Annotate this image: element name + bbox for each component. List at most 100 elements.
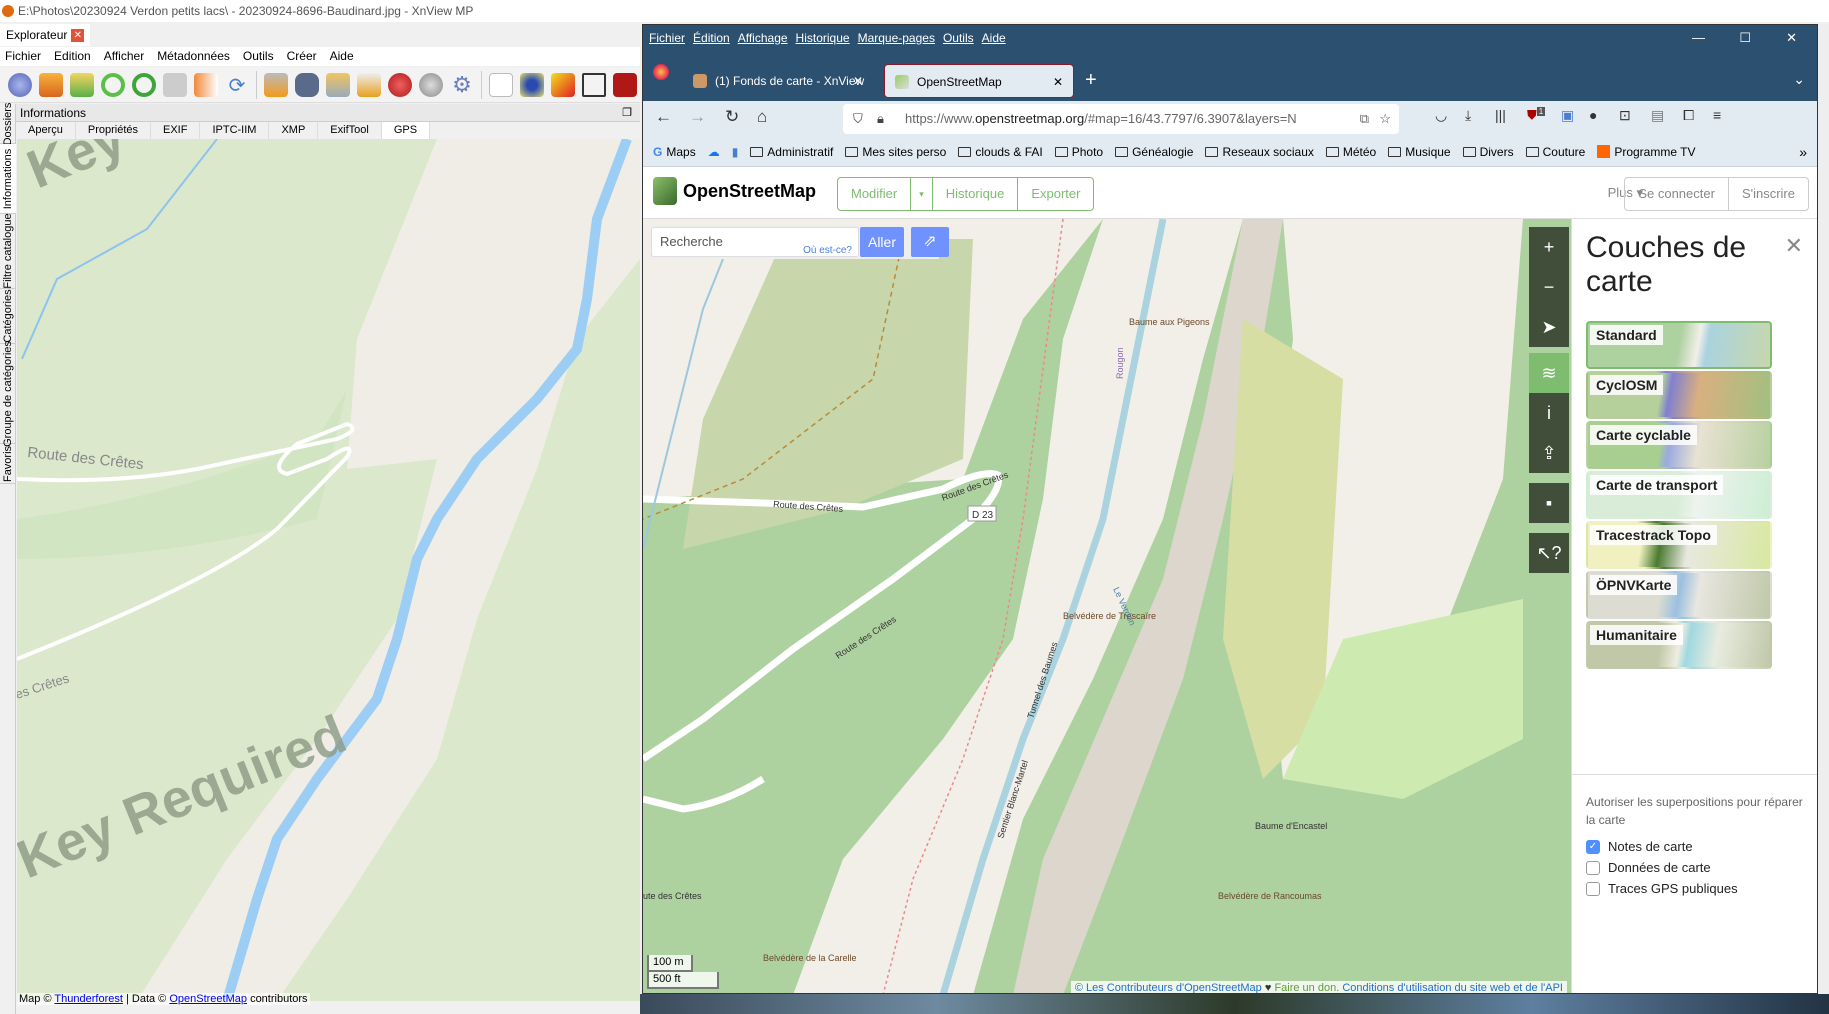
pdf-icon[interactable] bbox=[613, 72, 637, 97]
layer-cyclosm[interactable]: CyclOSM bbox=[1586, 371, 1772, 419]
folder-ext-icon[interactable]: ▤ bbox=[1651, 107, 1664, 124]
help-icon[interactable] bbox=[8, 72, 32, 97]
checkbox-unchecked[interactable] bbox=[1586, 860, 1600, 875]
more-bookmarks-icon[interactable]: » bbox=[1799, 144, 1807, 160]
menu-metadonnees[interactable]: Métadonnées bbox=[152, 47, 238, 66]
hamburger-menu-icon[interactable]: ≡ bbox=[1713, 107, 1721, 123]
side-tab-categories[interactable]: Catégories bbox=[0, 289, 16, 344]
menu-edition[interactable]: Édition bbox=[693, 31, 730, 45]
library-icon[interactable]: ||| bbox=[1495, 107, 1506, 123]
checkbox-unchecked[interactable] bbox=[1586, 881, 1600, 896]
minimize-button[interactable]: — bbox=[1692, 25, 1705, 51]
donate-link[interactable]: Faire un don. bbox=[1274, 982, 1339, 993]
reload-button[interactable]: ↻ bbox=[725, 107, 739, 127]
menu-outils[interactable]: Outils bbox=[943, 31, 974, 45]
new-tab-button[interactable]: + bbox=[1085, 69, 1097, 92]
bookmark-photo[interactable]: Photo bbox=[1054, 145, 1103, 159]
tree-icon[interactable] bbox=[326, 72, 350, 97]
side-tab-informations[interactable]: Informations bbox=[0, 144, 16, 214]
menu-outils[interactable]: Outils bbox=[238, 47, 282, 66]
bookmark-clouds[interactable]: clouds & FAI bbox=[958, 145, 1043, 159]
osm-logo-link[interactable]: OpenStreetMap bbox=[653, 177, 816, 205]
contributors-link[interactable]: © Les Contributeurs d'OpenStreetMap bbox=[1075, 982, 1262, 993]
login-button[interactable]: Se connecter bbox=[1625, 178, 1729, 210]
undock-icon[interactable]: ❐ bbox=[622, 104, 632, 122]
pocket-icon[interactable]: ◡ bbox=[1435, 107, 1447, 124]
compare-icon[interactable] bbox=[163, 72, 187, 97]
menu-creer[interactable]: Créer bbox=[282, 47, 325, 66]
bookmark-programme-tv[interactable]: Programme TV bbox=[1597, 145, 1695, 159]
settings-gear-icon[interactable]: ⚙ bbox=[450, 72, 474, 97]
shield-icon[interactable]: ⛉ bbox=[853, 104, 863, 134]
list-tabs-button[interactable]: ⌄ bbox=[1793, 71, 1805, 88]
close-layers-icon[interactable]: ✕ bbox=[1785, 233, 1803, 259]
side-tab-dossiers[interactable]: Dossiers bbox=[0, 102, 16, 145]
bookmark-couture[interactable]: Couture bbox=[1525, 145, 1585, 159]
layer-carte-transport[interactable]: Carte de transport bbox=[1586, 471, 1772, 519]
menu-afficher[interactable]: Afficher bbox=[99, 47, 152, 66]
tab-exiftool[interactable]: ExifTool bbox=[318, 122, 382, 139]
menu-affichage[interactable]: Affichage bbox=[738, 31, 788, 45]
add-note-button[interactable]: ▪ bbox=[1529, 483, 1569, 523]
osm-map[interactable]: Baume aux Pigeons Rougon Route des Crête… bbox=[643, 219, 1571, 993]
side-tab-favoris[interactable]: Favoris bbox=[0, 444, 16, 484]
maximize-button[interactable]: ☐ bbox=[1739, 25, 1751, 51]
gps-map[interactable]: Route des Crêtes es Crêtes Key Required … bbox=[17, 139, 640, 1001]
onedrive-icon[interactable]: ☁ bbox=[708, 145, 720, 159]
tab-xmp[interactable]: XMP bbox=[269, 122, 319, 139]
bookmark-administratif[interactable]: Administratif bbox=[750, 145, 833, 159]
bookmark-divers[interactable]: Divers bbox=[1462, 145, 1514, 159]
layer-tracestrack[interactable]: Tracestrack Topo bbox=[1586, 521, 1772, 569]
bookmark-star-icon[interactable]: ☆ bbox=[1379, 104, 1391, 134]
go-button[interactable]: Aller bbox=[860, 227, 904, 257]
side-tab-groupe[interactable]: Groupe de catégories bbox=[0, 341, 16, 446]
menu-fichier[interactable]: Fichier bbox=[0, 47, 49, 66]
tab-apercu[interactable]: Aperçu bbox=[16, 122, 76, 139]
new-file-icon[interactable] bbox=[489, 72, 513, 97]
locate-icon[interactable]: ➤ bbox=[1529, 307, 1569, 347]
menu-aide[interactable]: Aide bbox=[325, 47, 362, 66]
ublock-icon[interactable]: ⛊ 1 bbox=[1527, 107, 1546, 123]
overlay-gps-checkbox[interactable]: Traces GPS publiques bbox=[1586, 881, 1738, 896]
home-button[interactable]: ⌂ bbox=[757, 107, 767, 127]
thunderforest-link[interactable]: Thunderforest bbox=[54, 993, 122, 1005]
forward-button[interactable]: → bbox=[689, 107, 706, 127]
bookmark-reseaux[interactable]: Reseaux sociaux bbox=[1205, 145, 1314, 159]
directions-icon[interactable]: ⇗ bbox=[911, 227, 949, 257]
menu-fichier[interactable]: Fichier bbox=[649, 31, 685, 45]
edit-icon[interactable] bbox=[357, 72, 381, 97]
extensions-icon[interactable]: ⧠ bbox=[1683, 107, 1694, 124]
tab-gps[interactable]: GPS bbox=[381, 122, 431, 139]
firefox-icon[interactable] bbox=[653, 64, 669, 80]
historique-button[interactable]: Historique bbox=[933, 178, 1019, 210]
image-view-icon[interactable] bbox=[39, 72, 63, 97]
layer-carte-cyclable[interactable]: Carte cyclable bbox=[1586, 421, 1772, 469]
menu-edition[interactable]: Edition bbox=[49, 47, 99, 66]
menu-historique[interactable]: Historique bbox=[796, 31, 850, 45]
zoom-out-button[interactable]: − bbox=[1529, 267, 1569, 307]
modifier-dropdown-icon[interactable]: ▾ bbox=[911, 178, 933, 210]
geo-icon[interactable] bbox=[520, 72, 544, 97]
side-tab-filtre[interactable]: Filtre catalogue bbox=[0, 213, 16, 289]
exporter-button[interactable]: Exporter bbox=[1018, 178, 1093, 210]
search-input[interactable]: Recherche Où est-ce? bbox=[651, 227, 859, 257]
modifier-button[interactable]: Modifier bbox=[838, 178, 912, 210]
layers-button[interactable]: ≋ bbox=[1529, 353, 1569, 393]
translate-bookmark-icon[interactable]: ▮ bbox=[732, 145, 739, 159]
where-is-this-link[interactable]: Où est-ce? bbox=[803, 237, 852, 265]
layer-opnvkarte[interactable]: ÖPNVKarte bbox=[1586, 571, 1772, 619]
bookmark-musique[interactable]: Musique bbox=[1388, 145, 1451, 159]
print-icon[interactable] bbox=[264, 72, 288, 97]
bookmark-genealogie[interactable]: Généalogie bbox=[1115, 145, 1193, 159]
c-ext-icon[interactable]: ● bbox=[1589, 107, 1597, 123]
screenshot-icon[interactable]: ⊡ bbox=[1619, 107, 1631, 124]
terms-link[interactable]: Conditions d'utilisation du site web et … bbox=[1342, 982, 1563, 993]
bookmark-mes-sites[interactable]: Mes sites perso bbox=[845, 145, 946, 159]
url-bar[interactable]: ⛉ 🔒︎ https://www.openstreetmap.org/#map=… bbox=[843, 104, 1399, 134]
translate-icon[interactable]: ⧉ bbox=[1355, 104, 1369, 134]
overlay-notes-checkbox[interactable]: ✓ Notes de carte bbox=[1586, 839, 1693, 854]
refresh-icon[interactable]: ⟳ bbox=[225, 73, 249, 97]
explorer-tab[interactable]: Explorateur ✕ bbox=[0, 24, 90, 46]
close-tab-icon[interactable]: ✕ bbox=[1053, 65, 1063, 99]
tab-iptc[interactable]: IPTC-IIM bbox=[200, 122, 270, 139]
